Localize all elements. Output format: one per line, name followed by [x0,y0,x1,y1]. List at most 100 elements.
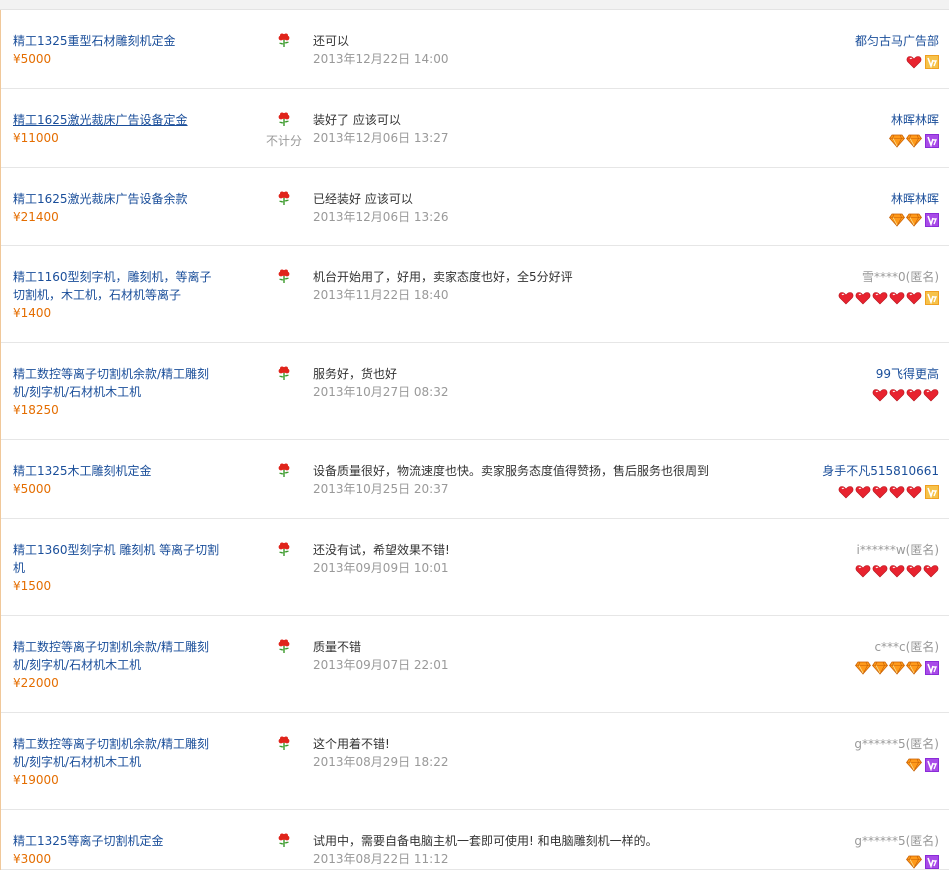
item-title-link[interactable]: 精工数控等离子切割机余款/精工雕刻机/刻字机/石材机木工机 [13,735,223,771]
user-credit-badges [854,755,939,772]
flower-icon [276,111,292,127]
rating-list: 精工1325重型石材雕刻机定金 ¥5000 还可以 2013年12月22日 14:00… [0,10,949,870]
comment-text: 试用中，需要自备电脑主机一套即可使用! 和电脑雕刻机一样的。 [313,834,658,848]
user-credit-badges [822,482,939,499]
heart-icon [889,564,905,578]
heart-icon [923,388,939,402]
user-cell: c***c(匿名) [854,638,939,675]
comment-text: 还没有试，希望效果不错! [313,543,450,557]
item-title-link[interactable]: 精工1625激光裁床广告设备余款 [13,190,223,208]
rating-cell: 不计分 [259,111,309,150]
comment-cell: 已经装好 应该可以 2013年12月06日 13:26 [313,190,813,226]
heart-icon [906,485,922,499]
item-title-link[interactable]: 精工1360型刻字机 雕刻机 等离子切割机 [13,541,223,577]
user-credit-badges [888,131,939,148]
table-row: 精工1325木工雕刻机定金 ¥5000 设备质量很好，物流速度也快。卖家服务态度值得… [1,440,949,519]
comment-time: 2013年09月09日 10:01 [313,561,449,575]
comment-cell: 还没有试，希望效果不错! 2013年09月09日 10:01 [313,541,813,577]
vip-icon [925,212,939,227]
diamond-icon [906,213,922,227]
item-info: 精工1325木工雕刻机定金 ¥5000 [13,462,223,498]
item-price: ¥3000 [13,852,52,866]
rating-cell [259,190,309,211]
flower-icon [276,268,292,284]
diamond-icon [855,661,871,675]
table-row: 精工数控等离子切割机余款/精工雕刻机/刻字机/石材机木工机 ¥19000 这个用着不… [1,713,949,810]
heart-icon [889,291,905,305]
user-name-link[interactable]: 身手不凡515810661 [822,462,939,480]
rating-cell [259,638,309,659]
table-row: 精工1360型刻字机 雕刻机 等离子切割机 ¥1500 还没有试，希望效果不错! 20… [1,519,949,616]
item-info: 精工1625激光裁床广告设备定金 ¥11000 [13,111,223,147]
user-cell: i******w(匿名) [854,541,939,577]
item-title-link[interactable]: 精工1625激光裁床广告设备定金 [13,111,223,129]
user-name-link[interactable]: 都匀古马广告部 [855,32,939,50]
flower-icon [276,462,292,478]
item-title-link[interactable]: 精工数控等离子切割机余款/精工雕刻机/刻字机/石材机木工机 [13,365,223,401]
heart-icon [906,291,922,305]
user-name-link[interactable]: 林晖林晖 [888,111,939,129]
vip-icon [925,133,939,148]
user-name-link: i******w(匿名) [856,543,939,557]
comment-cell: 试用中，需要自备电脑主机一套即可使用! 和电脑雕刻机一样的。 2013年08月22… [313,832,813,868]
item-info: 精工1360型刻字机 雕刻机 等离子切割机 ¥1500 [13,541,223,595]
comment-time: 2013年10月27日 08:32 [313,385,449,399]
user-credit-badges [837,288,939,305]
rating-cell [259,268,309,289]
user-cell: 林晖林晖 [888,190,939,227]
flower-icon [276,190,292,206]
user-name-link[interactable]: 99飞得更高 [871,365,939,383]
diamond-icon [872,661,888,675]
user-credit-badges [854,561,939,577]
diamond-icon [889,134,905,148]
table-row: 精工1325重型石材雕刻机定金 ¥5000 还可以 2013年12月22日 14:00… [1,10,949,89]
heart-icon [923,564,939,578]
item-price: ¥19000 [13,773,59,787]
user-name-link: g******5(匿名) [854,737,939,751]
comment-time: 2013年10月25日 20:37 [313,482,449,496]
user-credit-badges [854,658,939,675]
item-title-link[interactable]: 精工数控等离子切割机余款/精工雕刻机/刻字机/石材机木工机 [13,638,223,674]
user-cell: 雪****0(匿名) [837,268,939,305]
comment-cell: 这个用着不错! 2013年08月29日 18:22 [313,735,813,771]
item-title-link[interactable]: 精工1325木工雕刻机定金 [13,462,223,480]
item-title-link[interactable]: 精工1160型刻字机，雕刻机，等离子切割机，木工机，石材机等离子 [13,268,223,304]
comment-text: 机台开始用了，好用，卖家态度也好，全5分好评 [313,270,573,284]
table-row: 精工数控等离子切割机余款/精工雕刻机/刻字机/石材机木工机 ¥22000 质量不错 2… [1,616,949,713]
rating-cell [259,32,309,53]
user-credit-badges [871,385,939,401]
vip-icon [925,484,939,499]
flower-icon [276,735,292,751]
item-info: 精工1325重型石材雕刻机定金 ¥5000 [13,32,223,68]
flower-icon [276,32,292,48]
comment-time: 2013年12月06日 13:27 [313,131,449,145]
comment-cell: 还可以 2013年12月22日 14:00 [313,32,813,68]
user-cell: g******5(匿名) [854,735,939,772]
flower-icon [276,832,292,848]
top-bar [0,0,949,10]
comment-time: 2013年11月22日 18:40 [313,288,449,302]
comment-time: 2013年09月07日 22:01 [313,658,449,672]
comment-time: 2013年12月22日 14:00 [313,52,449,66]
heart-icon [889,388,905,402]
vip-icon [925,854,939,869]
comment-text: 装好了 应该可以 [313,113,401,127]
user-cell: 林晖林晖 [888,111,939,148]
user-name-link: g******5(匿名) [854,834,939,848]
item-title-link[interactable]: 精工1325重型石材雕刻机定金 [13,32,223,50]
item-info: 精工1625激光裁床广告设备余款 ¥21400 [13,190,223,226]
comment-time: 2013年08月29日 18:22 [313,755,449,769]
table-row: 精工数控等离子切割机余款/精工雕刻机/刻字机/石材机木工机 ¥18250 服务好，货… [1,343,949,440]
item-price: ¥21400 [13,210,59,224]
comment-text: 设备质量很好，物流速度也快。卖家服务态度值得赞扬，售后服务也很周到 [313,464,710,478]
diamond-icon [906,855,922,869]
heart-icon [872,564,888,578]
item-title-link[interactable]: 精工1325等离子切割机定金 [13,832,223,850]
comment-cell: 质量不错 2013年09月07日 22:01 [313,638,813,674]
item-info: 精工1325等离子切割机定金 ¥3000 [13,832,223,868]
user-name-link[interactable]: 林晖林晖 [888,190,939,208]
user-name-link: c***c(匿名) [874,640,939,654]
diamond-icon [906,758,922,772]
comment-time: 2013年08月22日 11:12 [313,852,449,866]
flower-icon [276,365,292,381]
